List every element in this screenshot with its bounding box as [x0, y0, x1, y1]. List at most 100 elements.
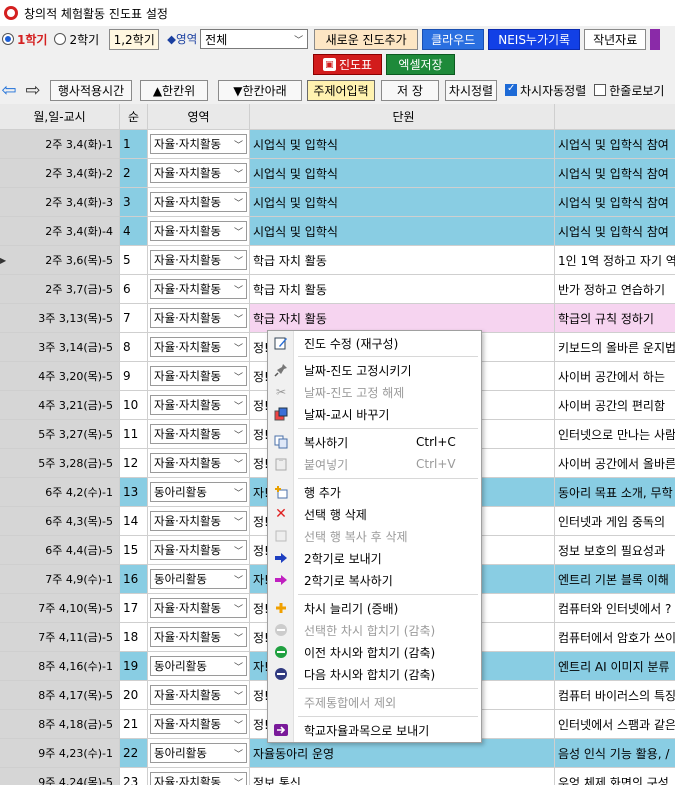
cell-area[interactable]: 자율·자치활동 ﹀: [148, 304, 250, 333]
cell-num[interactable]: 8: [120, 333, 148, 362]
cell-week[interactable]: 4주 3,21(금)-5: [0, 391, 120, 420]
cell-unit[interactable]: 자율동아리 운영: [250, 739, 555, 768]
menu-add-row[interactable]: 행 추가: [268, 481, 481, 503]
cell-area[interactable]: 자율·자치활동 ﹀: [148, 623, 250, 652]
cell-area[interactable]: 자율·자치활동 ﹀: [148, 681, 250, 710]
cell-num[interactable]: 15: [120, 536, 148, 565]
menu-merge-next[interactable]: 다음 차시와 합치기 (감축): [268, 663, 481, 685]
cell-area[interactable]: 자율·자치활동 ﹀: [148, 449, 250, 478]
table-row[interactable]: 2주 3,6(목)-5 5 자율·자치활동 ﹀ 학급 자치 활동 1인 1역 정하고 자기…: [0, 246, 675, 275]
area-dropdown[interactable]: 자율·자치활동 ﹀: [150, 279, 247, 299]
table-row[interactable]: 9주 4,24(목)-5 23 자율·자치활동 ﹀ 정보 통신 우엉 체제 화면의 구성: [0, 768, 675, 785]
cell-area[interactable]: 자율·자치활동 ﹀: [148, 507, 250, 536]
area-dropdown[interactable]: 동아리활동 ﹀: [150, 569, 247, 589]
cell-unit[interactable]: 학급 자치 활동: [250, 304, 555, 333]
area-select[interactable]: 전체 ﹀: [200, 29, 309, 49]
cell-area[interactable]: 자율·자치활동 ﹀: [148, 333, 250, 362]
area-dropdown[interactable]: 자율·자치활동 ﹀: [150, 627, 247, 647]
menu-increase[interactable]: 차시 늘리기 (증배): [268, 597, 481, 619]
area-dropdown[interactable]: 자율·자치활동 ﹀: [150, 685, 247, 705]
cell-desc[interactable]: 인터넷에서 스팸과 같은: [555, 710, 675, 739]
cell-desc[interactable]: 1인 1역 정하고 자기 역: [555, 246, 675, 275]
cell-area[interactable]: 자율·자치활동 ﹀: [148, 188, 250, 217]
area-dropdown[interactable]: 자율·자치활동 ﹀: [150, 221, 247, 241]
cell-num[interactable]: 2: [120, 159, 148, 188]
excel-save-button[interactable]: 엑셀저장: [386, 54, 455, 75]
area-dropdown[interactable]: 자율·자치활동 ﹀: [150, 192, 247, 212]
cell-num[interactable]: 13: [120, 478, 148, 507]
header-unit[interactable]: 단원: [250, 104, 555, 130]
cell-desc[interactable]: 컴퓨터와 인터넷에서 ?: [555, 594, 675, 623]
cell-week[interactable]: 2주 3,4(화)-4: [0, 217, 120, 246]
menu-copy[interactable]: 복사하기 Ctrl+C: [268, 431, 481, 453]
semester1-radio[interactable]: 1학기: [2, 31, 47, 48]
area-dropdown[interactable]: 자율·자치활동 ﹀: [150, 714, 247, 734]
cell-area[interactable]: 자율·자치활동 ﹀: [148, 159, 250, 188]
menu-delete-after-copy[interactable]: 선택 행 복사 후 삭제: [268, 525, 481, 547]
area-dropdown[interactable]: 자율·자치활동 ﹀: [150, 366, 247, 386]
menu-paste[interactable]: 붙여넣기 Ctrl+V: [268, 453, 481, 475]
cell-week[interactable]: 4주 3,20(목)-5: [0, 362, 120, 391]
cell-week[interactable]: 5주 3,28(금)-5: [0, 449, 120, 478]
menu-delete-row[interactable]: ✕ 선택 행 삭제: [268, 503, 481, 525]
cell-num[interactable]: 9: [120, 362, 148, 391]
area-dropdown[interactable]: 자율·자치활동 ﹀: [150, 250, 247, 270]
back-arrow-icon[interactable]: ⇦: [0, 80, 18, 101]
cell-area[interactable]: 자율·자치활동 ﹀: [148, 362, 250, 391]
menu-send-sem2[interactable]: 2학기로 보내기: [268, 547, 481, 569]
table-row[interactable]: 2주 3,4(화)-2 2 자율·자치활동 ﹀ 시업식 및 입학식 시업식 및 입학식 참…: [0, 159, 675, 188]
cell-num[interactable]: 10: [120, 391, 148, 420]
cell-desc[interactable]: 컴퓨터에서 암호가 쓰이: [555, 623, 675, 652]
move-down-button[interactable]: ▼한칸아래: [218, 79, 302, 101]
theme-input-button[interactable]: 주제어입력: [307, 79, 375, 101]
cell-desc[interactable]: 사이버 공간에서 올바른: [555, 449, 675, 478]
menu-merge-prev[interactable]: 이전 차시와 합치기 (감축): [268, 641, 481, 663]
cell-week[interactable]: 6주 4,2(수)-1: [0, 478, 120, 507]
cell-desc[interactable]: 시업식 및 입학식 참여: [555, 188, 675, 217]
area-dropdown[interactable]: 자율·자치활동 ﹀: [150, 308, 247, 328]
cell-num[interactable]: 21: [120, 710, 148, 739]
one-line-checkbox[interactable]: 한줄로보기: [594, 82, 664, 99]
area-dropdown[interactable]: 자율·자치활동 ﹀: [150, 163, 247, 183]
cell-week[interactable]: 9주 4,23(수)-1: [0, 739, 120, 768]
cell-area[interactable]: 자율·자치활동 ﹀: [148, 768, 250, 785]
cell-desc[interactable]: 음성 인식 기능 활용, /: [555, 739, 675, 768]
cell-unit[interactable]: 학급 자치 활동: [250, 246, 555, 275]
cell-unit[interactable]: 정보 통신: [250, 768, 555, 785]
area-dropdown[interactable]: 자율·자치활동 ﹀: [150, 540, 247, 560]
last-year-data-button[interactable]: 작년자료: [584, 28, 647, 50]
cell-area[interactable]: 동아리활동 ﹀: [148, 565, 250, 594]
area-dropdown[interactable]: 자율·자치활동 ﹀: [150, 772, 247, 785]
move-up-button[interactable]: ▲한칸위: [140, 79, 208, 101]
cell-week[interactable]: 7주 4,10(목)-5: [0, 594, 120, 623]
cell-area[interactable]: 자율·자치활동 ﹀: [148, 391, 250, 420]
header-desc[interactable]: [555, 104, 675, 130]
area-dropdown[interactable]: 자율·자치활동 ﹀: [150, 134, 247, 154]
cell-num[interactable]: 3: [120, 188, 148, 217]
cell-num[interactable]: 6: [120, 275, 148, 304]
cell-num[interactable]: 12: [120, 449, 148, 478]
area-dropdown[interactable]: 자율·자치활동 ﹀: [150, 598, 247, 618]
cell-week[interactable]: 7주 4,11(금)-5: [0, 623, 120, 652]
cell-area[interactable]: 자율·자치활동 ﹀: [148, 246, 250, 275]
cell-desc[interactable]: 우엉 체제 화면의 구성: [555, 768, 675, 785]
table-row[interactable]: 3주 3,13(목)-5 7 자율·자치활동 ﹀ 학급 자치 활동 학급의 규칙 정하기: [0, 304, 675, 333]
cell-area[interactable]: 자율·자치활동 ﹀: [148, 536, 250, 565]
area-dropdown[interactable]: 자율·자치활동 ﹀: [150, 511, 247, 531]
semester2-radio[interactable]: 2학기: [54, 31, 99, 48]
cell-desc[interactable]: 학급의 규칙 정하기: [555, 304, 675, 333]
cloud-button[interactable]: 클라우드: [422, 28, 485, 50]
header-num[interactable]: 순: [120, 104, 148, 130]
cell-week[interactable]: 2주 3,4(화)-2: [0, 159, 120, 188]
auto-sort-checkbox[interactable]: 차시자동정렬: [505, 82, 586, 99]
cell-week[interactable]: 8주 4,17(목)-5: [0, 681, 120, 710]
cell-week[interactable]: 5주 3,27(목)-5: [0, 420, 120, 449]
header-area[interactable]: 영역: [148, 104, 250, 130]
cell-num[interactable]: 16: [120, 565, 148, 594]
sort-button[interactable]: 차시정렬: [445, 79, 497, 101]
table-row[interactable]: 2주 3,4(화)-1 1 자율·자치활동 ﹀ 시업식 및 입학식 시업식 및 입학식 참…: [0, 130, 675, 159]
new-progress-button[interactable]: 새로운 진도추가: [314, 28, 419, 50]
cell-num[interactable]: 7: [120, 304, 148, 333]
cell-desc[interactable]: 키보드의 올바른 운지법: [555, 333, 675, 362]
cell-week[interactable]: 3주 3,14(금)-5: [0, 333, 120, 362]
